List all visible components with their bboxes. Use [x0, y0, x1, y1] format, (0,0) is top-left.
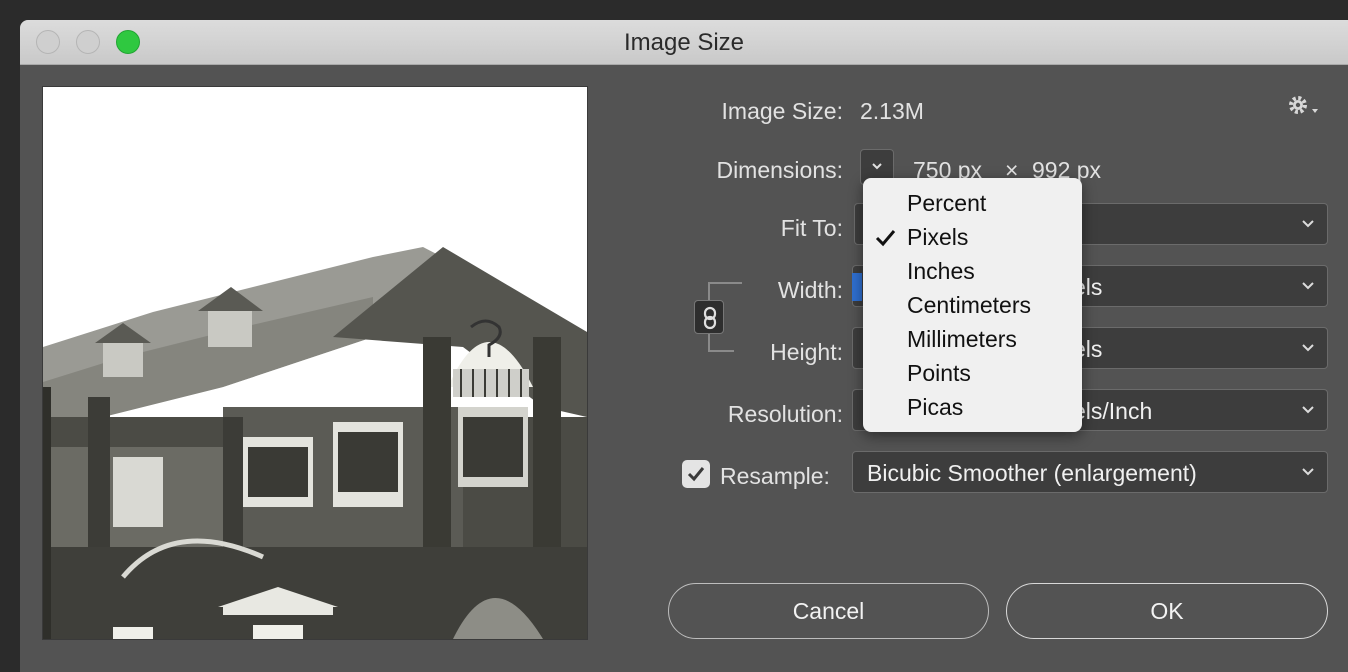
- width-label: Width:: [777, 277, 843, 303]
- resample-label: Resample:: [720, 463, 830, 489]
- cancel-button[interactable]: Cancel: [668, 583, 989, 639]
- checkmark-icon: [875, 230, 896, 247]
- chevron-down-icon: [1302, 344, 1314, 352]
- dimensions-label: Dimensions:: [716, 157, 843, 183]
- menu-item-centimeters[interactable]: Centimeters: [907, 288, 1031, 322]
- window-title: Image Size: [623, 29, 745, 56]
- menu-item-points[interactable]: Points: [907, 356, 971, 390]
- chevron-down-icon: [1302, 406, 1314, 414]
- menu-item-inches[interactable]: Inches: [907, 254, 975, 288]
- title-bar: Image Size: [20, 20, 1348, 65]
- chevron-down-icon: [1302, 468, 1314, 476]
- width-text-selection: [852, 273, 862, 301]
- checkmark-icon: [687, 467, 705, 482]
- unit-dropdown-menu: Percent Pixels Inches Centimeters Millim…: [863, 178, 1082, 432]
- chain-link-icon: [703, 306, 717, 330]
- height-label: Height:: [770, 339, 843, 365]
- image-size-label: Image Size:: [721, 98, 843, 124]
- constrain-proportions-button[interactable]: [694, 300, 724, 334]
- building-photo: [43, 87, 587, 639]
- chevron-down-icon: [872, 163, 882, 170]
- resolution-label: Resolution:: [727, 401, 843, 427]
- resample-method-select[interactable]: Bicubic Smoother (enlargement): [852, 451, 1328, 493]
- ok-button[interactable]: OK: [1006, 583, 1328, 639]
- menu-item-millimeters[interactable]: Millimeters: [907, 322, 1017, 356]
- image-preview[interactable]: [42, 86, 588, 640]
- menu-item-percent[interactable]: Percent: [907, 186, 986, 220]
- resolution-unit-select[interactable]: els/Inch: [1073, 398, 1152, 425]
- resample-checkbox[interactable]: [682, 460, 710, 488]
- resample-method-value: Bicubic Smoother (enlargement): [867, 460, 1197, 486]
- menu-item-pixels[interactable]: Pixels: [907, 220, 968, 254]
- fit-to-label: Fit To:: [780, 215, 843, 241]
- chevron-down-icon: [1302, 282, 1314, 290]
- chevron-down-icon: [1302, 220, 1314, 228]
- menu-item-picas[interactable]: Picas: [907, 390, 963, 424]
- image-size-dialog: Image Size Image Size: 2.13M Dimensions:…: [20, 20, 1348, 672]
- gear-icon[interactable]: [1286, 93, 1320, 119]
- image-size-value: 2.13M: [860, 98, 924, 124]
